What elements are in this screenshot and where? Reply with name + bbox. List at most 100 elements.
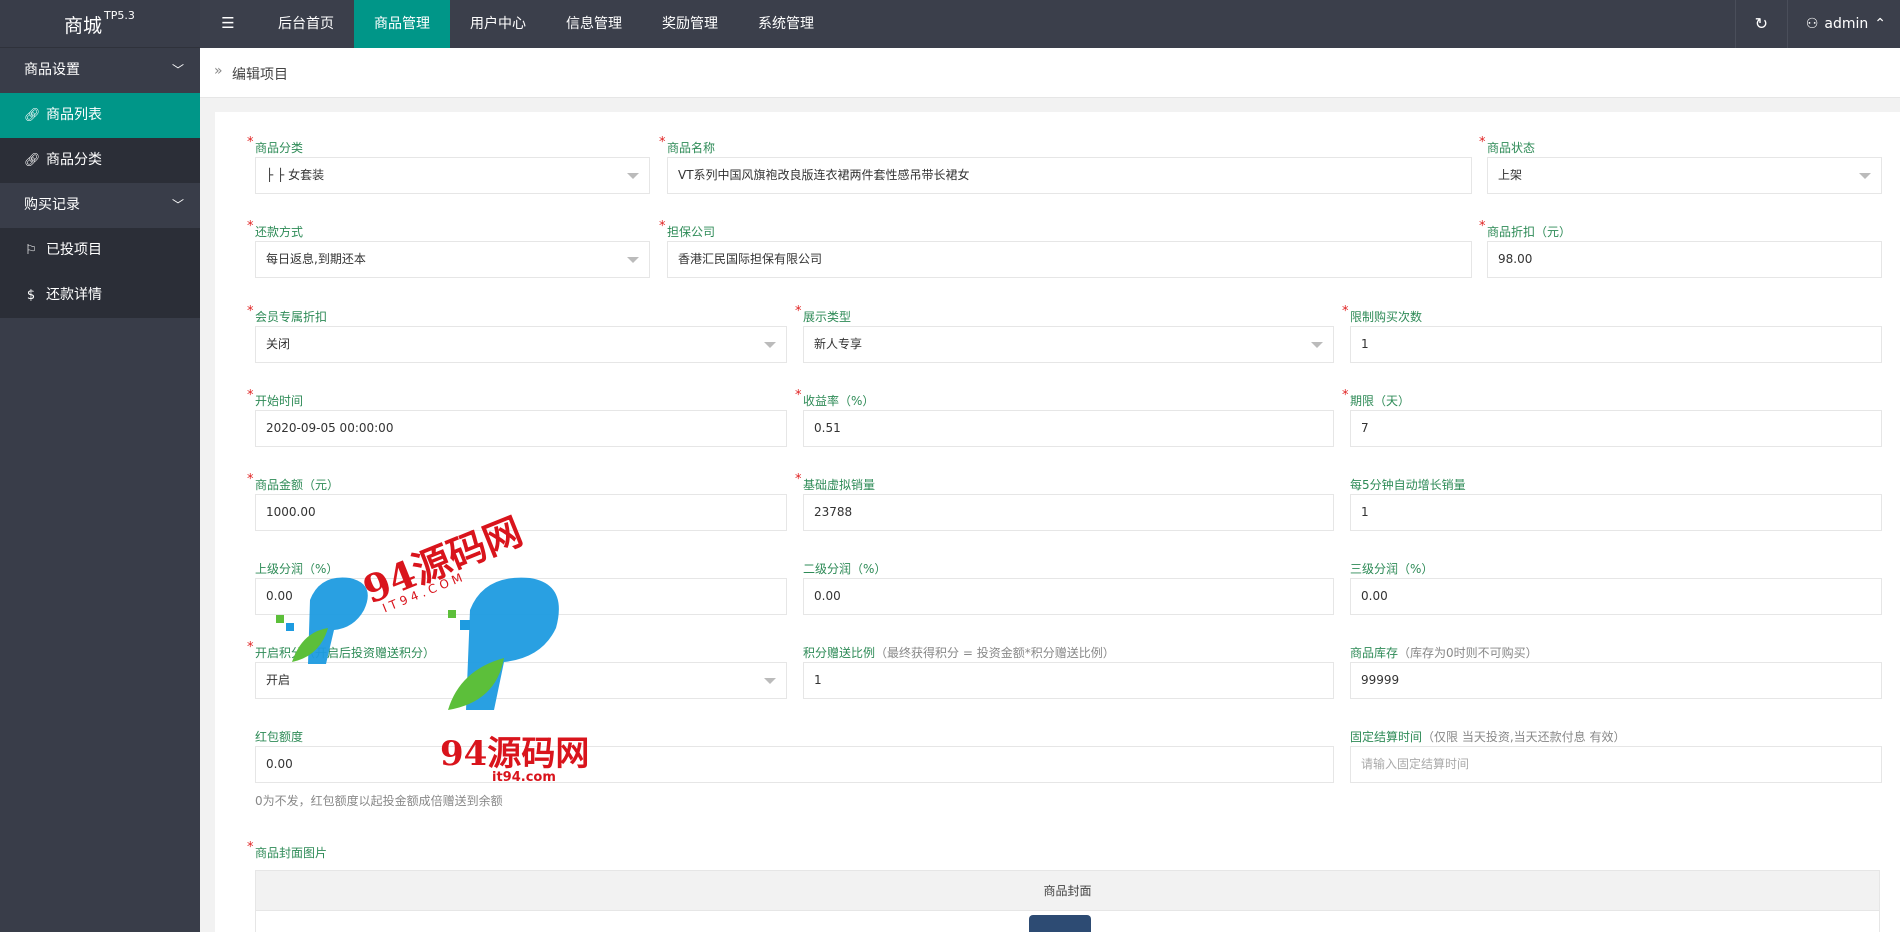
- field-base-sales: * 基础虚拟销量 23788: [795, 472, 1334, 532]
- name-input[interactable]: VT系列中国风旗袍改良版连衣裙两件套性感吊带长裙女: [667, 157, 1472, 194]
- status-label: 商品状态: [1487, 141, 1536, 155]
- field-level3: 三级分润（%） 0.00: [1350, 560, 1882, 616]
- category-select[interactable]: ├ ├ 女套装: [255, 157, 650, 194]
- cover-label: 商品封面图片: [255, 846, 328, 860]
- nav-item-users[interactable]: 用户中心: [450, 0, 546, 48]
- sidebar-item-repayment[interactable]: $ 还款详情: [0, 273, 200, 318]
- yield-label: 收益率（%）: [803, 394, 875, 408]
- member-discount-label: 会员专属折扣: [255, 310, 328, 324]
- sidebar-group-product-settings[interactable]: 商品设置 ﹀: [0, 48, 200, 93]
- buy-limit-input[interactable]: 1: [1350, 326, 1882, 363]
- breadcrumb: » 编辑项目: [200, 48, 1900, 98]
- level1-input[interactable]: 0.00: [255, 578, 787, 615]
- field-buy-limit: * 限制购买次数 1: [1342, 304, 1882, 364]
- level2-input[interactable]: 0.00: [803, 578, 1334, 615]
- sidebar-item-label: 已投项目: [46, 242, 102, 258]
- stock-input[interactable]: 99999: [1350, 662, 1882, 699]
- base-sales-input[interactable]: 23788: [803, 494, 1334, 531]
- cover-image[interactable]: [1029, 915, 1091, 932]
- field-settle-time: 固定结算时间（仅限 当天投资,当天还款付息 有效） 请输入固定结算时间: [1350, 728, 1882, 784]
- field-category: * 商品分类 ├ ├ 女套装: [247, 135, 650, 195]
- nav-item-rewards[interactable]: 奖励管理: [642, 0, 738, 48]
- dollar-icon: $: [26, 288, 36, 303]
- redpack-help: 0为不发，红包额度以起投金额成倍赠送到余额: [255, 794, 503, 808]
- sidebar-group-purchase-records[interactable]: 购买记录 ﹀: [0, 183, 200, 228]
- field-auto-sales: 每5分钟自动增长销量 1: [1350, 476, 1882, 532]
- settle-time-hint: （仅限 当天投资,当天还款付息 有效）: [1422, 730, 1626, 744]
- period-input[interactable]: 7: [1350, 410, 1882, 447]
- brand-name: 商城: [64, 15, 103, 37]
- sidebar-item-product-category[interactable]: 🔗︎ 商品分类: [0, 138, 200, 183]
- sidebar-item-invested[interactable]: ⚐ 已投项目: [0, 228, 200, 273]
- field-start-time: * 开始时间 2020-09-05 00:00:00: [247, 388, 787, 448]
- auto-sales-label: 每5分钟自动增长销量: [1350, 478, 1466, 492]
- brand: 商城 TP5.3: [0, 0, 200, 48]
- caret-down-icon: [764, 342, 776, 348]
- settle-time-label: 固定结算时间: [1350, 730, 1423, 744]
- level3-input[interactable]: 0.00: [1350, 578, 1882, 615]
- sidebar-item-label: 商品分类: [46, 152, 102, 168]
- base-sales-label: 基础虚拟销量: [803, 478, 876, 492]
- menu-toggle-icon[interactable]: ☰: [216, 14, 240, 34]
- level3-label: 三级分润（%）: [1350, 562, 1434, 576]
- sidebar-group-label: 商品设置: [24, 62, 80, 78]
- stock-hint: （库存为0时则不可购买）: [1398, 646, 1538, 660]
- field-points: * 开启积分（开启后投资赠送积分） 开启: [247, 640, 787, 700]
- field-redpack: 红包额度 0.00: [255, 728, 1334, 784]
- sidebar-item-label: 还款详情: [46, 287, 102, 303]
- brand-version: TP5.3: [104, 9, 135, 22]
- member-discount-select[interactable]: 关闭: [255, 326, 787, 363]
- flag-icon: ⚐: [25, 243, 37, 258]
- field-level2: 二级分润（%） 0.00: [803, 560, 1334, 616]
- field-yield: * 收益率（%） 0.51: [795, 388, 1334, 448]
- field-repay: * 还款方式 每日返息,到期还本: [247, 219, 650, 279]
- user-menu[interactable]: ⚇ admin ⌃: [1786, 0, 1900, 48]
- redpack-input[interactable]: 0.00: [255, 746, 1334, 783]
- caret-down-icon: [764, 678, 776, 684]
- field-amount: * 商品金额（元） 1000.00: [247, 472, 787, 532]
- repay-select[interactable]: 每日返息,到期还本: [255, 241, 650, 278]
- user-name: admin: [1824, 16, 1869, 32]
- settle-time-input[interactable]: 请输入固定结算时间: [1350, 746, 1882, 783]
- period-label: 期限（天）: [1350, 394, 1411, 408]
- level1-label: 上级分润（%）: [255, 562, 339, 576]
- start-time-input[interactable]: 2020-09-05 00:00:00: [255, 410, 787, 447]
- points-select[interactable]: 开启: [255, 662, 787, 699]
- field-name: * 商品名称 VT系列中国风旗袍改良版连衣裙两件套性感吊带长裙女: [659, 135, 1472, 195]
- sidebar-item-product-list[interactable]: 🔗︎ 商品列表: [0, 93, 200, 138]
- field-stock: 商品库存（库存为0时则不可购买） 99999: [1350, 644, 1882, 700]
- display-type-select[interactable]: 新人专享: [803, 326, 1334, 363]
- status-select[interactable]: 上架: [1487, 157, 1882, 194]
- user-icon: ⚇: [1805, 16, 1819, 32]
- field-cover: * 商品封面图片: [247, 840, 328, 860]
- repay-label: 还款方式: [255, 225, 304, 239]
- nav-item-info[interactable]: 信息管理: [546, 0, 642, 48]
- discount-label: 商品折扣（元）: [1487, 225, 1572, 239]
- buy-limit-label: 限制购买次数: [1350, 310, 1423, 324]
- caret-down-icon: [1859, 173, 1871, 179]
- discount-input[interactable]: 98.00: [1487, 241, 1882, 278]
- level2-label: 二级分润（%）: [803, 562, 887, 576]
- field-guarantor: * 担保公司 香港汇民国际担保有限公司: [659, 219, 1472, 279]
- sidebar-item-label: 商品列表: [46, 107, 102, 123]
- cover-column-header: 商品封面: [256, 871, 1879, 911]
- guarantor-input[interactable]: 香港汇民国际担保有限公司: [667, 241, 1472, 278]
- points-ratio-input[interactable]: 1: [803, 662, 1334, 699]
- amount-input[interactable]: 1000.00: [255, 494, 787, 531]
- double-chevron-right-icon: »: [214, 63, 223, 79]
- link-icon: 🔗︎: [24, 153, 41, 168]
- chevron-down-icon: ﹀: [171, 198, 184, 212]
- guarantor-label: 担保公司: [667, 225, 716, 239]
- yield-input[interactable]: 0.51: [803, 410, 1334, 447]
- caret-down-icon: [1311, 342, 1323, 348]
- nav-item-home[interactable]: 后台首页: [258, 0, 354, 48]
- sidebar: 商品设置 ﹀ 🔗︎ 商品列表 🔗︎ 商品分类 购买记录 ﹀ ⚐ 已投项目 $ 还…: [0, 48, 200, 932]
- refresh-icon[interactable]: ↻: [1734, 0, 1787, 48]
- field-display-type: * 展示类型 新人专享: [795, 304, 1334, 364]
- link-icon: 🔗︎: [24, 108, 41, 123]
- auto-sales-input[interactable]: 1: [1350, 494, 1882, 531]
- nav-item-products[interactable]: 商品管理: [354, 0, 450, 48]
- field-level1: 上级分润（%） 0.00: [255, 560, 787, 616]
- nav-item-system[interactable]: 系统管理: [738, 0, 834, 48]
- name-label: 商品名称: [667, 141, 716, 155]
